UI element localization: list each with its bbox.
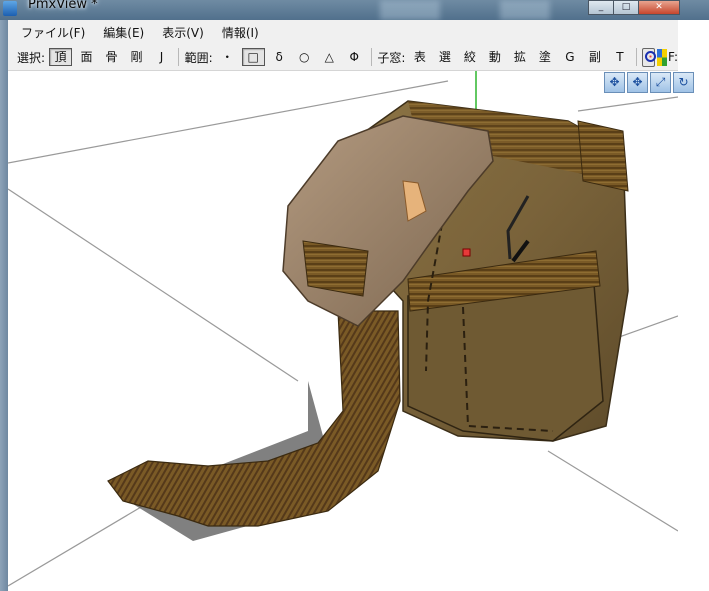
move-xz-icon[interactable]: ✥ xyxy=(604,72,625,93)
select-joint-button[interactable]: J xyxy=(151,48,172,66)
window-left-border xyxy=(0,20,8,591)
range-circle-button[interactable]: ○ xyxy=(294,48,315,66)
move-xy-icon[interactable]: ✥ xyxy=(627,72,648,93)
close-button[interactable]: ✕ xyxy=(638,0,680,15)
menu-edit[interactable]: 編集(E) xyxy=(94,24,153,41)
select-label: 選択: xyxy=(17,50,46,65)
menu-info[interactable]: 情報(I) xyxy=(213,24,268,41)
transform-gizmo-bar: ✥ ✥ ⤢ ↻ xyxy=(604,72,696,94)
select-bone-button[interactable]: 骨 xyxy=(101,48,122,66)
minimize-button[interactable]: _ xyxy=(588,0,614,15)
viewport-3d[interactable] xyxy=(8,71,678,591)
child-g-button[interactable]: G xyxy=(559,48,580,66)
app-icon xyxy=(3,1,17,16)
rotate-icon[interactable]: ↻ xyxy=(673,72,694,93)
target-icon[interactable] xyxy=(642,47,656,67)
model-render xyxy=(8,71,678,587)
window-title: PmxView * xyxy=(28,0,98,12)
toolbar-separator xyxy=(178,48,179,66)
color-grid-icon[interactable] xyxy=(656,48,668,66)
child-sub-button[interactable]: 副 xyxy=(584,48,605,66)
select-vertex-button[interactable]: 頂 xyxy=(49,48,73,66)
child-table-button[interactable]: 表 xyxy=(409,48,430,66)
toolbar-overflow-text: F: xyxy=(668,50,679,64)
child-move-button[interactable]: 動 xyxy=(484,48,505,66)
toolbar: 選択: 頂 面 骨 剛 J 範囲: ・ □ δ ○ △ Φ 子窓: 表 選 絞 … xyxy=(8,44,678,71)
menu-view[interactable]: 表示(V) xyxy=(153,24,213,41)
range-point-button[interactable]: ・ xyxy=(217,48,238,66)
menu-file[interactable]: ファイル(F) xyxy=(8,24,94,41)
range-phi-button[interactable]: Φ xyxy=(344,48,365,66)
title-bar: PmxView * _ □ ✕ xyxy=(0,0,709,20)
child-paint-button[interactable]: 塗 xyxy=(534,48,555,66)
child-window-label: 子窓: xyxy=(377,50,406,65)
child-t-button[interactable]: T xyxy=(609,48,630,66)
menu-bar: ファイル(F) 編集(E) 表示(V) 情報(I) xyxy=(8,20,678,44)
select-face-button[interactable]: 面 xyxy=(76,48,97,66)
range-rect-button[interactable]: □ xyxy=(241,48,265,66)
range-triangle-button[interactable]: △ xyxy=(319,48,340,66)
select-rigid-button[interactable]: 剛 xyxy=(126,48,147,66)
range-delta-button[interactable]: δ xyxy=(269,48,290,66)
child-select-button[interactable]: 選 xyxy=(434,48,455,66)
toolbar-separator xyxy=(636,48,638,66)
toolbar-separator xyxy=(370,48,372,66)
child-filter-button[interactable]: 絞 xyxy=(459,48,480,66)
desktop-background xyxy=(678,20,709,591)
range-label: 範囲: xyxy=(184,50,213,65)
move-y-icon[interactable]: ⤢ xyxy=(650,72,671,93)
maximize-button[interactable]: □ xyxy=(613,0,639,15)
child-scale-button[interactable]: 拡 xyxy=(509,48,530,66)
